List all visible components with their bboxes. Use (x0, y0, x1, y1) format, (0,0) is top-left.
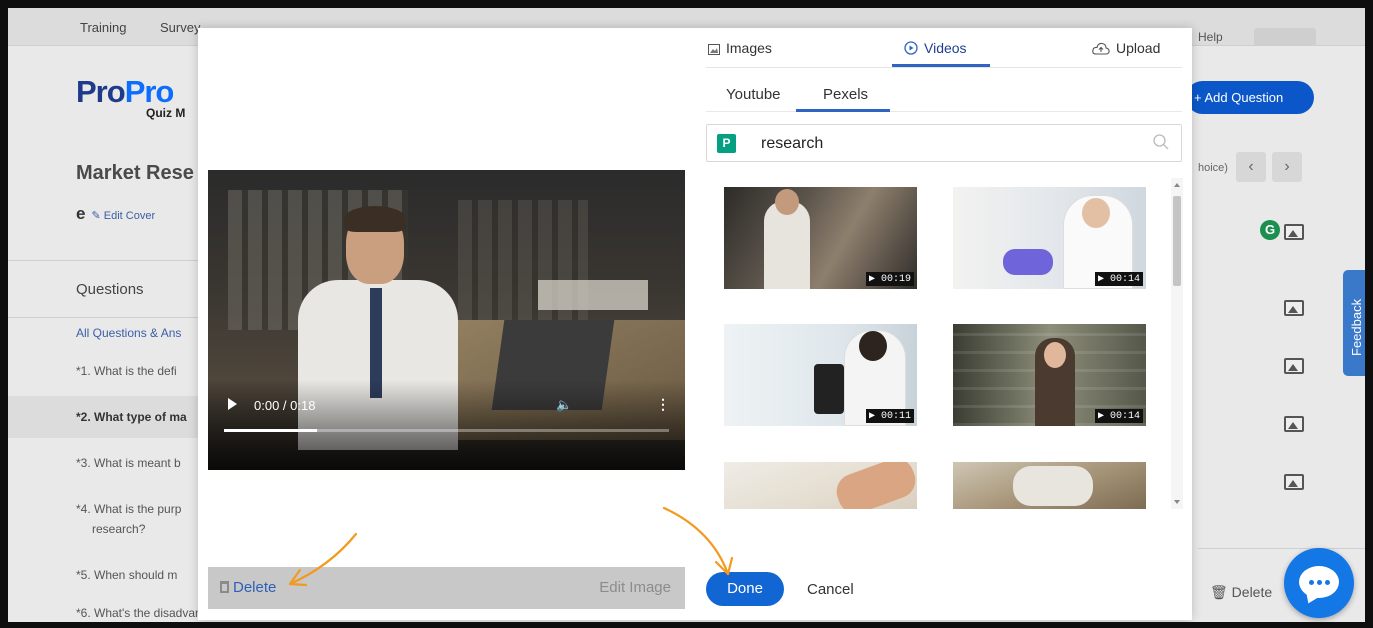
search-icon[interactable] (1153, 134, 1169, 150)
question-type-label: hoice) (1198, 162, 1228, 174)
search-input[interactable] (761, 132, 1141, 156)
question-item[interactable]: *1. What is the defi (76, 364, 177, 378)
edit-image-button[interactable]: Edit Image (599, 579, 671, 596)
video-result[interactable]: ▶ 00:14 (953, 324, 1146, 426)
media-type-tabs: Images Videos Upload (706, 28, 1182, 68)
feedback-tab[interactable]: Feedback (1343, 270, 1365, 376)
scroll-up-icon[interactable] (1174, 183, 1180, 187)
video-progress-track[interactable] (224, 429, 669, 432)
tab-pexels[interactable]: Pexels (823, 86, 868, 103)
question-item-continued: research? (92, 522, 146, 536)
nav-link-training[interactable]: Training (80, 20, 126, 35)
image-icon[interactable] (1284, 358, 1304, 374)
video-result[interactable] (724, 462, 917, 509)
chat-support-button[interactable] (1284, 548, 1354, 618)
trash-icon: 🗑 (1210, 584, 1232, 600)
image-icon[interactable] (1284, 300, 1304, 316)
grammarly-icon[interactable]: G (1260, 220, 1280, 240)
logo-subtitle: Quiz M (146, 106, 186, 120)
nav-link-survey[interactable]: Survey (160, 20, 200, 35)
video-result[interactable]: ▶ 00:11 (724, 324, 917, 426)
next-question-button[interactable]: › (1272, 152, 1302, 182)
image-icon[interactable] (1284, 416, 1304, 432)
video-result[interactable]: ▶ 00:19 (724, 187, 917, 289)
prev-question-button[interactable]: ‹ (1236, 152, 1266, 182)
duration-badge: ▶ 00:11 (865, 409, 914, 423)
user-menu[interactable] (1254, 28, 1316, 46)
cancel-button[interactable]: Cancel (807, 581, 854, 598)
delete-question-button[interactable]: 🗑 Delete (1210, 584, 1272, 601)
duration-badge: ▶ 00:19 (865, 272, 914, 286)
tab-upload[interactable]: Upload (1092, 40, 1160, 56)
help-link[interactable]: Help (1198, 30, 1223, 44)
question-item[interactable]: *4. What is the purp (76, 502, 181, 516)
questions-header: Questions (8, 260, 208, 318)
active-tab-indicator (892, 64, 990, 67)
duration-badge: ▶ 00:14 (1094, 272, 1143, 286)
results-scrollbar[interactable] (1171, 178, 1183, 509)
video-results-grid: ▶ 00:19 ▶ 00:14 ▶ 00:11 ▶ 00:14 (706, 178, 1182, 509)
logo: ProPro (76, 74, 174, 109)
divider (1198, 548, 1365, 549)
preview-footer: Delete Edit Image (208, 567, 685, 609)
question-item[interactable]: *3. What is meant b (76, 456, 181, 470)
tab-videos[interactable]: Videos (904, 40, 967, 56)
video-player[interactable]: 0:00 / 0:18 🔈 ⋮ (208, 170, 685, 470)
add-question-button[interactable]: + Add Question (1186, 81, 1314, 114)
tab-images[interactable]: Images (708, 40, 772, 56)
video-progress (224, 429, 318, 432)
duration-badge: ▶ 00:14 (1094, 409, 1143, 423)
play-icon[interactable] (228, 398, 237, 410)
play-circle-icon (904, 41, 918, 55)
cloud-upload-icon (1092, 42, 1110, 55)
image-icon (708, 44, 720, 55)
video-result[interactable] (953, 462, 1146, 509)
edit-cover-link[interactable]: e ✎ Edit Cover (76, 204, 155, 224)
tab-youtube[interactable]: Youtube (726, 86, 781, 103)
volume-icon[interactable]: 🔈 (556, 397, 572, 413)
trash-icon (220, 581, 229, 593)
scroll-down-icon[interactable] (1174, 500, 1180, 504)
done-button[interactable]: Done (706, 572, 784, 606)
provider-tabs: Youtube Pexels (706, 76, 1182, 112)
video-time: 0:00 / 0:18 (254, 398, 316, 413)
media-picker-modal: 0:00 / 0:18 🔈 ⋮ Delete Edit Image Images… (198, 28, 1192, 620)
pexels-logo-icon: P (717, 134, 736, 153)
scroll-thumb[interactable] (1173, 196, 1181, 286)
delete-media-button[interactable]: Delete (220, 579, 276, 596)
image-icon[interactable] (1284, 474, 1304, 490)
quiz-title: Market Rese (76, 162, 194, 184)
cover-initial: e (76, 204, 86, 223)
pencil-icon: ✎ (91, 210, 104, 222)
question-item[interactable]: *5. When should m (76, 568, 177, 582)
search-bar: P (706, 124, 1182, 162)
question-item[interactable]: *2. What type of ma (76, 410, 187, 424)
image-icon[interactable] (1284, 224, 1304, 240)
active-subtab-indicator (796, 109, 890, 112)
all-questions-link[interactable]: All Questions & Ans (76, 326, 181, 340)
more-options-icon[interactable]: ⋮ (656, 396, 670, 413)
preview-pane: 0:00 / 0:18 🔈 ⋮ Delete Edit Image (208, 36, 685, 609)
video-result[interactable]: ▶ 00:14 (953, 187, 1146, 289)
media-search-pane: Images Videos Upload Youtube Pexels P ▶ … (706, 28, 1184, 620)
